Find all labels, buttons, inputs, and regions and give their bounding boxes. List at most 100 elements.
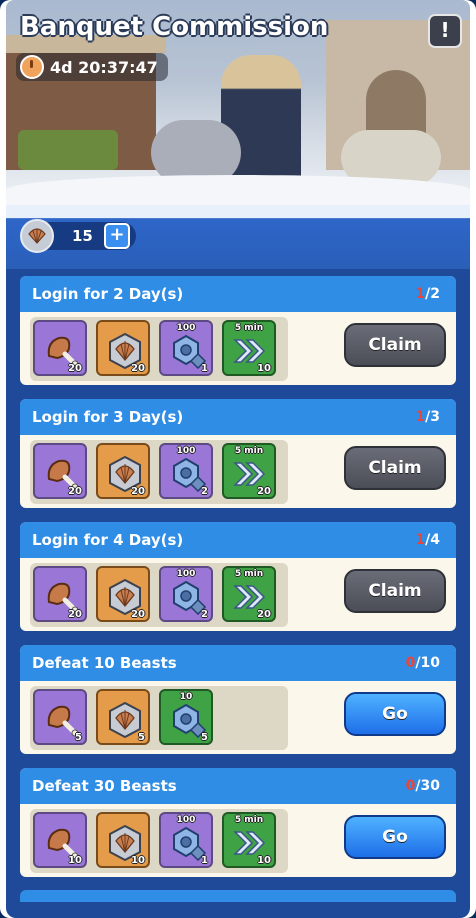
- reward-count: 20: [68, 609, 82, 620]
- task-title: Login for 3 Day(s): [32, 408, 184, 426]
- claim-button[interactable]: Claim: [344, 323, 446, 367]
- task-progress: 0/30: [406, 778, 440, 794]
- reward-count: 20: [131, 609, 145, 620]
- reward-item[interactable]: 20: [96, 566, 150, 622]
- reward-item[interactable]: 100 2: [159, 566, 213, 622]
- reward-top-label: 10: [179, 692, 193, 702]
- reward-count: 20: [68, 486, 82, 497]
- reward-item[interactable]: 20: [33, 566, 87, 622]
- reward-count: 10: [68, 855, 82, 866]
- reward-tray: 10 10 100 1 5 min 10: [30, 809, 288, 873]
- task-progress: 0/10: [406, 655, 440, 671]
- task-header: Login for 2 Day(s) 1/2: [20, 276, 456, 312]
- reward-item[interactable]: 5 min 20: [222, 566, 276, 622]
- shell-coin-icon: [20, 219, 54, 253]
- go-button[interactable]: Go: [344, 815, 446, 859]
- reward-tray: 20 20 100 2 5 min 20: [30, 563, 288, 627]
- reward-tray: 20 20 100 1 5 min 10: [30, 317, 288, 381]
- vegetable-crate: [18, 130, 118, 170]
- task-progress: 1/4: [415, 532, 440, 548]
- reward-item[interactable]: 10: [33, 812, 87, 868]
- event-window: Banquet Commission 4d 20:37:47 ! 15 + Lo…: [0, 0, 476, 918]
- reward-count: 20: [257, 486, 271, 497]
- reward-item[interactable]: 20: [96, 320, 150, 376]
- reward-count: 20: [68, 363, 82, 374]
- reward-count: 20: [131, 363, 145, 374]
- progress-total: /3: [425, 409, 440, 425]
- reward-tray: 20 20 100 2 5 min 20: [30, 440, 288, 504]
- reward-item[interactable]: 20: [33, 320, 87, 376]
- task-progress: 1/2: [415, 286, 440, 302]
- reward-item[interactable]: 5 min 10: [222, 320, 276, 376]
- task-card: Defeat 10 Beasts 0/10 5 5 10 5 Go: [20, 645, 456, 754]
- reward-count: 1: [201, 363, 208, 374]
- reward-count: 2: [201, 486, 208, 497]
- progress-current: 1: [415, 286, 426, 302]
- reward-item[interactable]: 10 5: [159, 689, 213, 745]
- reward-top-label: 100: [176, 446, 196, 456]
- task-card: Login for 4 Day(s) 1/4 20 20 100 2 5 min 20 C…: [20, 522, 456, 631]
- snow-ground: [6, 175, 470, 205]
- task-header: Login for 4 Day(s) 1/4: [20, 522, 456, 558]
- reward-item[interactable]: 5 min 20: [222, 443, 276, 499]
- task-title: Login for 2 Day(s): [32, 285, 184, 303]
- task-title: Defeat 30 Beasts: [32, 777, 177, 795]
- reward-top-label: 100: [176, 569, 196, 579]
- reward-count: 10: [131, 855, 145, 866]
- reward-item[interactable]: 100 1: [159, 320, 213, 376]
- currency-display: 15 +: [20, 219, 136, 253]
- currency-amount: 15: [72, 227, 93, 245]
- progress-total: /2: [425, 286, 440, 302]
- reward-count: 5: [138, 732, 145, 743]
- task-progress: 1/3: [415, 409, 440, 425]
- reward-count: 1: [201, 855, 208, 866]
- progress-current: 0: [405, 778, 416, 794]
- progress-total: /10: [415, 655, 440, 671]
- task-header: Defeat 10 Beasts 0/10: [20, 645, 456, 681]
- progress-current: 1: [415, 409, 426, 425]
- reward-item[interactable]: 5 min 10: [222, 812, 276, 868]
- reward-top-label: 100: [176, 323, 196, 333]
- reward-item[interactable]: 5: [96, 689, 150, 745]
- next-task-header-partial: [20, 890, 456, 902]
- reward-count: 20: [131, 486, 145, 497]
- progress-total: /30: [415, 778, 440, 794]
- task-card: Login for 3 Day(s) 1/3 20 20 100 2 5 min 20 C…: [20, 399, 456, 508]
- reward-top-label: 5 min: [234, 569, 264, 579]
- clock-icon: [20, 55, 44, 79]
- task-header: Login for 3 Day(s) 1/3: [20, 399, 456, 435]
- reward-top-label: 5 min: [234, 815, 264, 825]
- task-header: Defeat 30 Beasts 0/30: [20, 768, 456, 804]
- task-card: Defeat 30 Beasts 0/30 10 10 100 1 5 min 10 Go: [20, 768, 456, 877]
- info-button[interactable]: !: [428, 14, 462, 48]
- reward-item[interactable]: 5: [33, 689, 87, 745]
- reward-count: 20: [257, 609, 271, 620]
- claim-button[interactable]: Claim: [344, 569, 446, 613]
- reward-tray: 5 5 10 5: [30, 686, 288, 750]
- event-title: Banquet Commission: [20, 12, 329, 42]
- reward-item[interactable]: 20: [96, 443, 150, 499]
- reward-item[interactable]: 100 1: [159, 812, 213, 868]
- task-title: Login for 4 Day(s): [32, 531, 184, 549]
- reward-item[interactable]: 100 2: [159, 443, 213, 499]
- reward-item[interactable]: 10: [96, 812, 150, 868]
- go-button[interactable]: Go: [344, 692, 446, 736]
- reward-count: 10: [257, 855, 271, 866]
- reward-top-label: 100: [176, 815, 196, 825]
- reward-top-label: 5 min: [234, 323, 264, 333]
- task-title: Defeat 10 Beasts: [32, 654, 177, 672]
- event-banner: Banquet Commission 4d 20:37:47 !: [6, 0, 470, 205]
- reward-count: 2: [201, 609, 208, 620]
- timer-text: 4d 20:37:47: [50, 57, 158, 77]
- reward-top-label: 5 min: [234, 446, 264, 456]
- reward-count: 5: [201, 732, 208, 743]
- reward-item[interactable]: 20: [33, 443, 87, 499]
- reward-count: 5: [75, 732, 82, 743]
- add-currency-button[interactable]: +: [104, 223, 130, 249]
- progress-current: 0: [405, 655, 416, 671]
- progress-total: /4: [425, 532, 440, 548]
- progress-current: 1: [415, 532, 426, 548]
- event-timer: 4d 20:37:47: [16, 53, 168, 81]
- task-card: Login for 2 Day(s) 1/2 20 20 100 1 5 min 10 C…: [20, 276, 456, 385]
- claim-button[interactable]: Claim: [344, 446, 446, 490]
